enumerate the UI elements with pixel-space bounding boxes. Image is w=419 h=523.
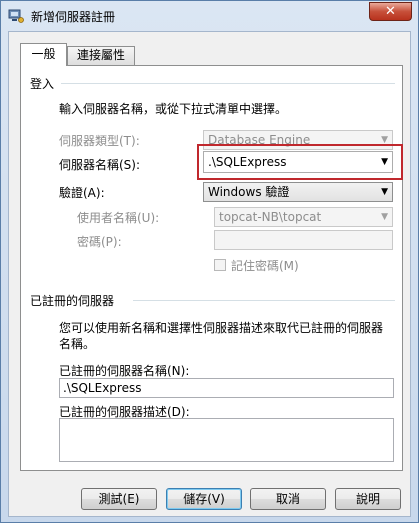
remember-password-checkbox	[214, 259, 226, 271]
server-name-combo[interactable]: .\SQLExpress ▼	[203, 151, 393, 173]
tab-connection-properties[interactable]: 連接屬性	[67, 46, 135, 65]
username-value: topcat-NB\topcat	[219, 210, 322, 224]
login-group-divider	[61, 83, 395, 84]
login-group-label: 登入	[30, 77, 55, 91]
server-name-value: .\SQLExpress	[208, 155, 287, 169]
save-button[interactable]: 儲存(V)	[166, 488, 242, 510]
close-icon: ✕	[385, 4, 396, 19]
auth-value: Windows 驗證	[208, 185, 290, 199]
window-title: 新增伺服器註冊	[31, 10, 116, 24]
username-label: 使用者名稱(U):	[77, 211, 160, 225]
server-type-label: 伺服器類型(T):	[59, 134, 140, 148]
server-name-label: 伺服器名稱(S):	[59, 158, 141, 172]
remember-password-label: 記住密碼(M)	[231, 259, 299, 273]
server-icon	[8, 9, 24, 23]
registered-instruction-line2: 名稱。	[59, 337, 96, 351]
password-field	[214, 230, 393, 250]
chevron-down-icon[interactable]: ▼	[381, 183, 388, 201]
login-instruction: 輸入伺服器名稱，或從下拉式清單中選擇。	[59, 102, 288, 116]
cancel-button[interactable]: 取消	[250, 488, 326, 510]
test-button[interactable]: 測試(E)	[81, 488, 157, 510]
registered-name-input[interactable]: .\SQLExpress	[59, 378, 394, 398]
title-bar[interactable]: 新增伺服器註冊 ✕	[1, 1, 418, 31]
tab-panel-general: 登入 輸入伺服器名稱，或從下拉式清單中選擇。 伺服器類型(T): Databas…	[20, 65, 403, 471]
registered-name-label: 已註冊的伺服器名稱(N):	[59, 364, 190, 378]
dialog-client-area: 一般 連接屬性 登入 輸入伺服器名稱，或從下拉式清單中選擇。 伺服器類型(T):…	[8, 31, 411, 517]
help-button[interactable]: 說明	[335, 488, 401, 510]
auth-combo[interactable]: Windows 驗證 ▼	[203, 182, 393, 202]
registered-instruction-line1: 您可以使用新名稱和選擇性伺服器描述來取代已註冊的伺服器	[59, 321, 384, 335]
username-combo: topcat-NB\topcat ▼	[214, 207, 393, 227]
chevron-down-icon[interactable]: ▼	[381, 152, 388, 172]
close-button[interactable]: ✕	[369, 2, 412, 21]
registered-group-divider	[133, 300, 395, 301]
registered-group-label: 已註冊的伺服器	[30, 294, 115, 308]
tab-general[interactable]: 一般	[20, 43, 67, 66]
password-label: 密碼(P):	[77, 235, 122, 249]
dialog-window: 新增伺服器註冊 ✕ 一般 連接屬性 登入 輸入伺服器名稱，或從下拉式清單中選擇。…	[0, 0, 419, 523]
chevron-down-icon: ▼	[381, 212, 388, 222]
registered-desc-textarea[interactable]	[59, 418, 394, 462]
auth-label: 驗證(A):	[59, 186, 105, 200]
